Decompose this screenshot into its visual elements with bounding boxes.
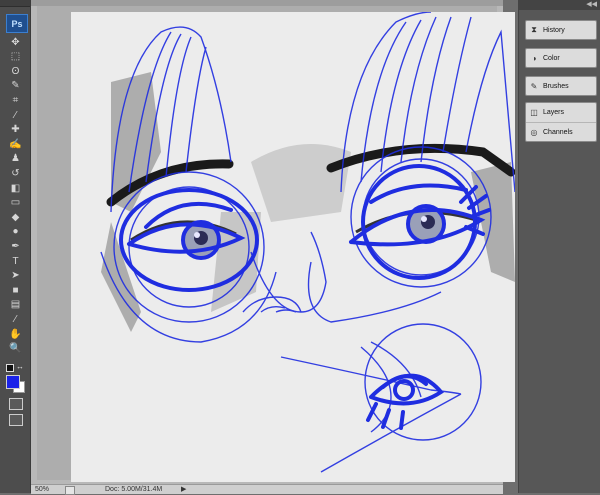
stamp-tool-icon[interactable]: ♟ [8,153,23,166]
layers-icon: ◫ [530,108,538,117]
layers-label: Layers [543,109,565,116]
quick-mask-icon[interactable] [9,398,23,410]
canvas-area [37,6,515,482]
default-colors-icon[interactable] [6,364,14,372]
history-icon: ⧗ [531,25,537,34]
photoshop-logo: Ps [6,14,28,33]
gradient-tool-icon[interactable]: ▭ [8,197,23,210]
channels-label: Channels [543,129,573,136]
sketch-drawing [100,12,515,473]
brush-tool-icon[interactable]: ✍ [8,138,23,151]
collapse-dock-icon[interactable]: ◀◀ [519,0,600,10]
screen-mode-icon[interactable] [9,414,23,426]
history-brush-tool-icon[interactable]: ↺ [8,167,23,180]
tools-panel-grip[interactable] [0,0,30,7]
blue-construction-lines [100,12,515,473]
zoom-tool-icon[interactable]: 🔍 [8,343,23,356]
path-select-tool-icon[interactable]: ➤ [8,270,23,283]
shape-tool-icon[interactable]: ■ [8,284,23,297]
quick-select-tool-icon[interactable]: ✎ [8,80,23,93]
crop-tool-icon[interactable]: ⌗ [8,94,23,107]
type-tool-icon[interactable]: T [8,255,23,268]
zoom-icon[interactable] [65,486,75,495]
brushes-icon: ✎ [530,81,538,91]
color-panel-button[interactable]: ◑ Color [525,48,597,68]
eyedropper-tool-icon[interactable]: ⁄ [8,109,23,122]
graphite-shading [101,72,515,332]
brushes-label: Brushes [543,82,569,90]
dodge-tool-icon[interactable]: ● [8,226,23,239]
lasso-tool-icon[interactable]: ʘ [8,65,23,78]
hand-tool-icon[interactable]: ✋ [8,328,23,341]
canvas[interactable] [71,12,515,482]
brushes-panel-button[interactable]: ✎ Brushes [525,76,597,96]
tools-panel: Ps ✥ ⬚ ʘ ✎ ⌗ ⁄ ✚ ✍ ♟ ↺ ◧ ▭ ◆ ● ✒ T ➤ ■ ▤ ⁄ ✋ 🔍 ↔ [0,0,31,493]
healing-tool-icon[interactable]: ✚ [8,124,23,137]
channels-icon: ◎ [530,128,538,137]
eyedropper3d-tool-icon[interactable]: ⁄ [8,313,23,326]
color-label: Color [543,54,560,62]
eraser-tool-icon[interactable]: ◧ [8,182,23,195]
document-window [31,0,535,493]
foreground-color-swatch[interactable] [6,375,20,389]
marquee-tool-icon[interactable]: ⬚ [8,51,23,64]
color-icon: ◑ [531,53,537,63]
panel-dock: ◀◀ ⧗ History ◑ Color ✎ Brushes ◫ Layers … [518,0,600,493]
layers-panel-button[interactable]: ◫ Layers [526,103,596,122]
channels-panel-button[interactable]: ◎ Channels [526,122,596,142]
blur-tool-icon[interactable]: ◆ [8,211,23,224]
layers-channels-group: ◫ Layers ◎ Channels [525,102,597,142]
history-label: History [543,26,565,34]
swap-colors-icon[interactable]: ↔ [16,362,24,371]
pen-tool-icon[interactable]: ✒ [8,240,23,253]
notes-tool-icon[interactable]: ▤ [8,299,23,312]
history-panel-button[interactable]: ⧗ History [525,20,597,40]
move-tool-icon[interactable]: ✥ [8,36,23,49]
